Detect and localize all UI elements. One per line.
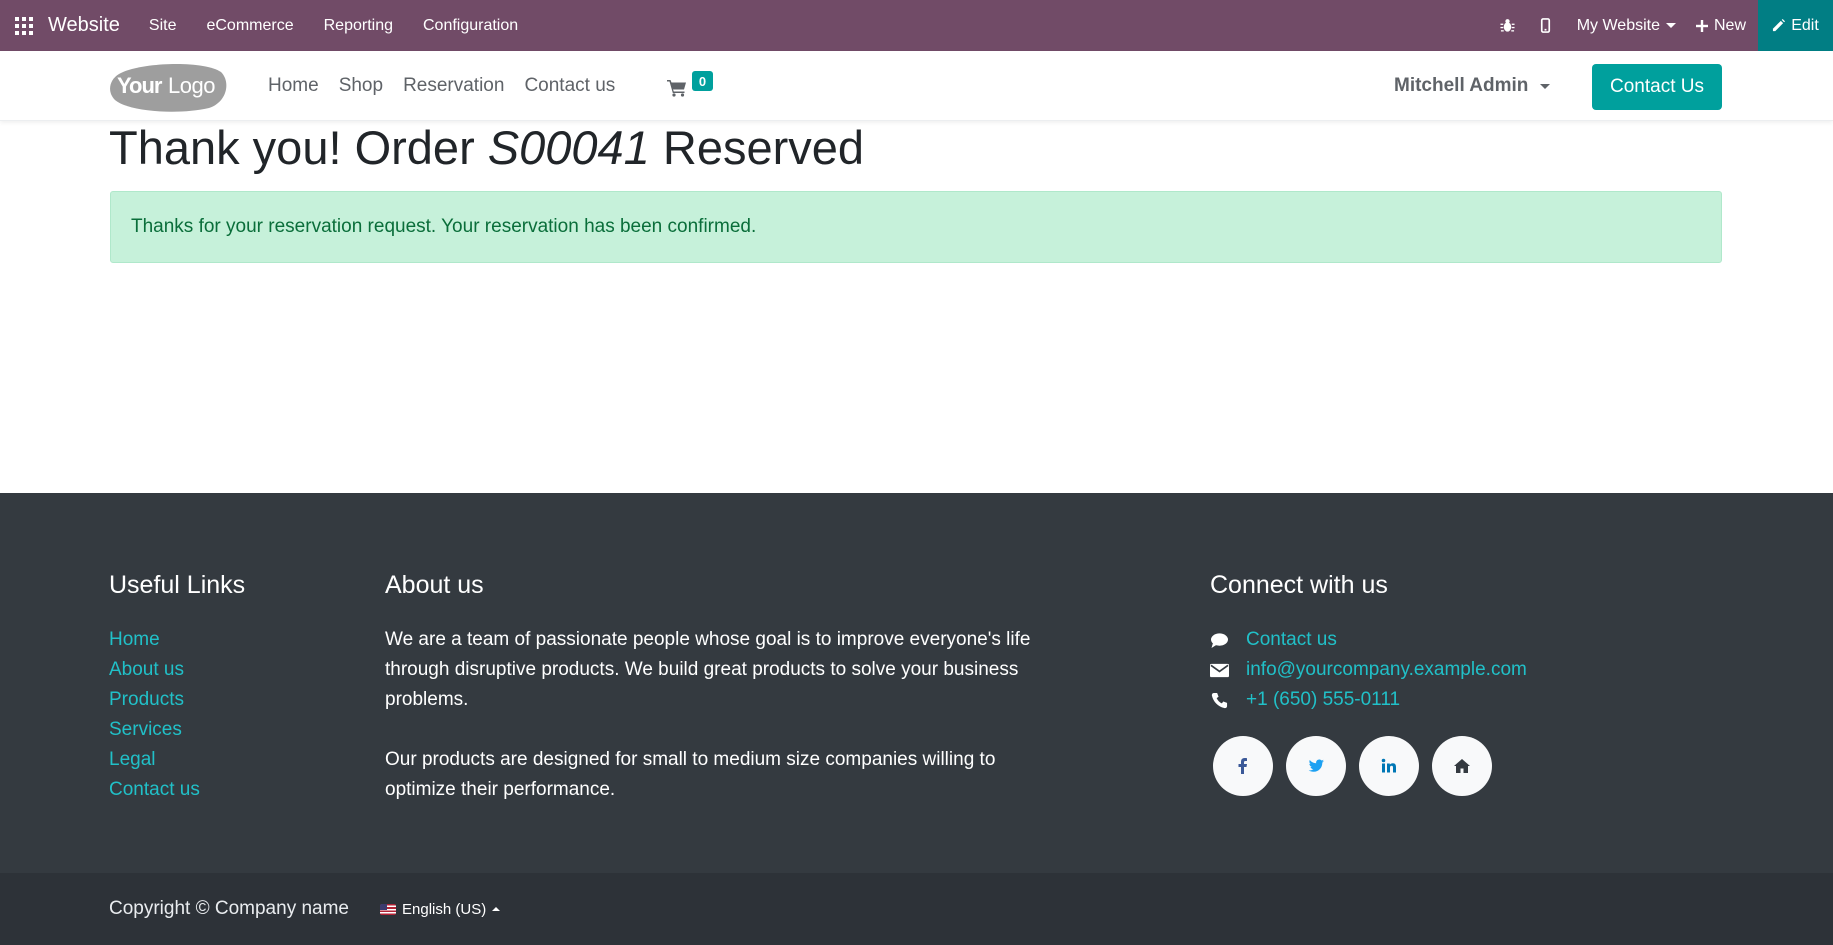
about-us-text: We are a team of passionate people whose… (385, 625, 1045, 805)
bug-icon (1500, 19, 1515, 32)
home-icon (1454, 759, 1470, 773)
nav-shop[interactable]: Shop (329, 75, 393, 97)
website-selector[interactable]: My Website (1565, 0, 1688, 51)
facebook-button[interactable] (1213, 736, 1273, 796)
linkedin-icon (1381, 758, 1396, 773)
mobile-icon (1541, 18, 1551, 33)
title-suffix: Reserved (649, 121, 865, 174)
copyright-bar: Copyright © Company name English (US) (0, 873, 1833, 945)
page-title: Thank you! Order S00041 Reserved (109, 120, 864, 175)
phone-icon (1210, 690, 1234, 710)
linkedin-button[interactable] (1359, 736, 1419, 796)
new-button-label: New (1713, 16, 1746, 34)
connect-list: Contact us info@yourcompany.example.com … (1210, 625, 1527, 715)
menu-ecommerce[interactable]: eCommerce (191, 0, 308, 51)
contact-us-button[interactable]: Contact Us (1592, 64, 1722, 110)
home-button[interactable] (1432, 736, 1492, 796)
menu-reporting[interactable]: Reporting (309, 0, 408, 51)
connect-contact-link[interactable]: Contact us (1246, 629, 1337, 651)
caret-up-icon (492, 907, 501, 911)
footer-link-contact-us[interactable]: Contact us (109, 775, 200, 805)
menu-site[interactable]: Site (134, 0, 192, 51)
nav-reservation[interactable]: Reservation (393, 75, 514, 97)
footer-link-services[interactable]: Services (109, 715, 200, 745)
language-selector[interactable]: English (US) (380, 873, 501, 945)
footer-link-about-us[interactable]: About us (109, 655, 200, 685)
useful-links-title: Useful Links (109, 571, 246, 599)
site-header: Your Logo Home Shop Reservation Contact … (0, 51, 1833, 121)
mobile-preview-button[interactable] (1527, 0, 1565, 51)
edit-button-label: Edit (1791, 16, 1819, 34)
user-menu[interactable]: Mitchell Admin (1394, 51, 1551, 121)
cart-button[interactable]: 0 (667, 71, 715, 101)
connect-phone-row: +1 (650) 555-0111 (1210, 685, 1527, 715)
footer-link-products[interactable]: Products (109, 685, 200, 715)
about-us-title: About us (385, 571, 484, 599)
nav-home[interactable]: Home (258, 75, 329, 97)
about-paragraph-1: We are a team of passionate people whose… (385, 629, 1031, 710)
connect-title: Connect with us (1210, 571, 1388, 599)
apps-menu-button[interactable] (2, 0, 46, 51)
footer-link-legal[interactable]: Legal (109, 745, 200, 775)
admin-bar: Website Site eCommerce Reporting Configu… (0, 0, 1833, 51)
social-links (1213, 736, 1492, 796)
connect-phone-link[interactable]: +1 (650) 555-0111 (1246, 689, 1400, 711)
footer: Useful Links Home About us Products Serv… (0, 493, 1833, 873)
twitter-icon (1308, 759, 1324, 772)
website-selector-label: My Website (1576, 16, 1660, 34)
copyright-text: Copyright © Company name (109, 898, 349, 919)
us-flag-icon (380, 903, 396, 915)
useful-links: Home About us Products Services Legal Co… (109, 625, 200, 805)
menu-configuration[interactable]: Configuration (408, 0, 533, 51)
svg-text:Logo: Logo (168, 73, 215, 98)
confirmation-message: Thanks for your reservation request. You… (131, 216, 757, 237)
confirmation-alert: Thanks for your reservation request. You… (110, 191, 1722, 263)
admin-bar-right: My Website New Edit (1489, 0, 1833, 51)
language-label: English (US) (402, 900, 487, 918)
connect-email-link[interactable]: info@yourcompany.example.com (1246, 659, 1527, 681)
logo-image: Your Logo (110, 63, 227, 112)
nav-contact-us[interactable]: Contact us (514, 75, 625, 97)
plus-icon (1695, 19, 1708, 32)
svg-text:Your: Your (117, 73, 163, 98)
envelope-icon (1210, 660, 1234, 680)
caret-down-icon (1665, 23, 1676, 28)
twitter-button[interactable] (1286, 736, 1346, 796)
shopping-cart-icon (667, 80, 686, 97)
order-id: S00041 (487, 121, 650, 174)
title-prefix: Thank you! Order (109, 121, 488, 174)
new-button[interactable]: New (1688, 0, 1758, 51)
comment-icon (1210, 630, 1234, 650)
user-name: Mitchell Admin (1394, 75, 1529, 96)
connect-contact-row: Contact us (1210, 625, 1527, 655)
debug-button[interactable] (1489, 0, 1527, 51)
main-nav: Home Shop Reservation Contact us (258, 51, 625, 121)
grid-icon (15, 16, 33, 35)
connect-email-row: info@yourcompany.example.com (1210, 655, 1527, 685)
site-logo[interactable]: Your Logo (109, 60, 229, 112)
pencil-icon (1773, 19, 1786, 32)
footer-link-home[interactable]: Home (109, 625, 200, 655)
cart-count-badge: 0 (692, 71, 713, 91)
caret-down-icon (1540, 83, 1551, 89)
facebook-icon (1238, 758, 1247, 774)
app-brand[interactable]: Website (48, 14, 120, 37)
about-paragraph-2: Our products are designed for small to m… (385, 749, 996, 800)
edit-button[interactable]: Edit (1758, 0, 1833, 51)
